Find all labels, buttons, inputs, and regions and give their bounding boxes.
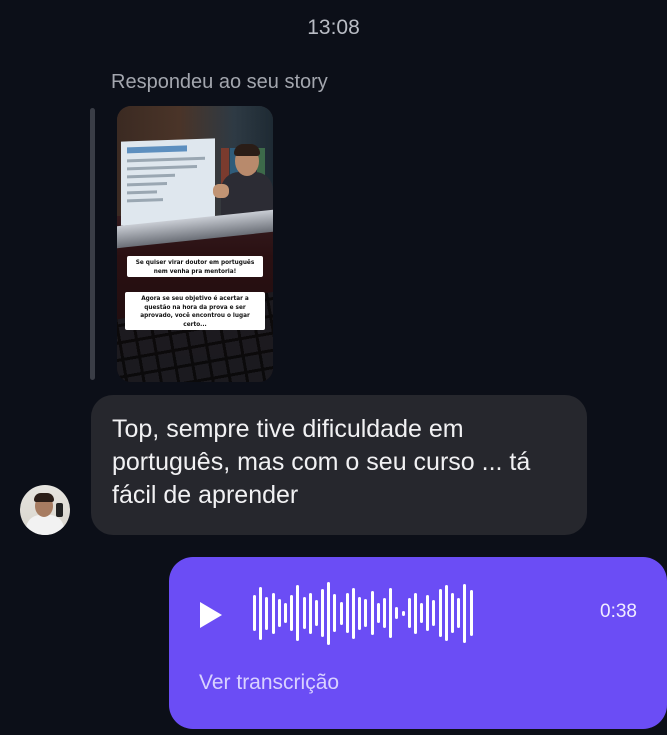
person-hand — [213, 184, 229, 198]
waveform-bar — [451, 593, 454, 633]
voice-duration: 0:38 — [600, 601, 637, 622]
story-reply-label: Respondeu ao seu story — [111, 71, 328, 93]
waveform-bar — [370, 591, 374, 635]
voice-message-bubble[interactable]: 0:38 Ver transcrição — [169, 557, 667, 729]
waveform-bar — [302, 597, 306, 629]
waveform-bar — [364, 599, 368, 627]
audio-waveform[interactable] — [253, 579, 573, 647]
waveform-bar — [321, 589, 325, 637]
waveform-bar — [296, 585, 300, 641]
waveform-bar — [271, 592, 275, 634]
waveform-bar — [277, 599, 281, 627]
waveform-bar — [376, 603, 380, 623]
waveform-bar — [358, 596, 362, 630]
waveform-bar — [253, 595, 256, 631]
waveform-bar — [290, 595, 294, 631]
waveform-bar — [420, 603, 424, 623]
sender-avatar[interactable] — [20, 485, 70, 535]
waveform-bar — [432, 600, 436, 626]
story-caption-2: Agora se seu objetivo é acertar a questã… — [125, 292, 265, 330]
story-caption-1: Se quiser virar doutor em português nem … — [127, 256, 263, 277]
waveform-bar — [327, 581, 331, 645]
waveform-bar — [444, 585, 448, 641]
waveform-bar — [339, 601, 343, 625]
waveform-bar — [413, 592, 417, 634]
waveform-bar — [265, 596, 269, 630]
waveform-bar — [333, 594, 337, 632]
waveform-bar — [382, 598, 386, 628]
waveform-bar — [283, 603, 287, 623]
play-icon[interactable] — [200, 602, 222, 628]
view-transcript-link[interactable]: Ver transcrição — [199, 671, 339, 695]
waveform-bar — [389, 588, 393, 638]
person-body — [221, 172, 273, 216]
message-timestamp: 13:08 — [307, 16, 360, 39]
waveform-bar — [407, 598, 411, 628]
waveform-bar — [395, 607, 399, 619]
person-hair — [234, 144, 260, 156]
waveform-bar — [438, 589, 442, 637]
waveform-bar — [345, 593, 349, 633]
waveform-bar — [401, 610, 405, 616]
reply-indicator-bar — [90, 108, 95, 380]
received-message-bubble[interactable]: Top, sempre tive dificuldade em portuguê… — [91, 395, 587, 535]
waveform-bar — [314, 600, 318, 626]
waveform-bar — [457, 598, 461, 628]
laptop-screen — [121, 138, 215, 226]
story-thumbnail[interactable]: Se quiser virar doutor em português nem … — [117, 106, 273, 382]
waveform-bar — [352, 587, 355, 639]
waveform-bar — [463, 583, 467, 643]
waveform-bar — [426, 595, 430, 631]
waveform-bar — [469, 590, 473, 636]
waveform-bar — [308, 592, 312, 634]
waveform-bar — [259, 586, 263, 640]
